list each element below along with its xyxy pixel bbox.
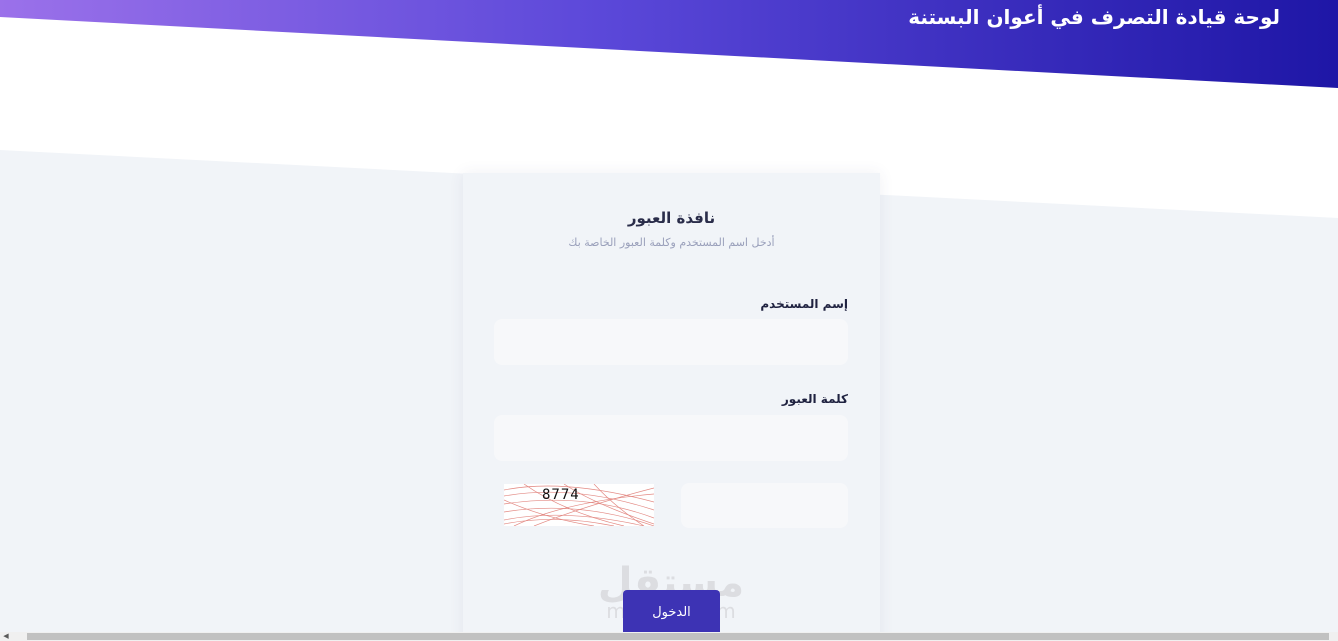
username-input[interactable] [494,319,848,365]
login-subtitle: أدخل اسم المستخدم وكلمة العبور الخاصة بك [568,236,775,249]
login-card: نافذة العبور أدخل اسم المستخدم وكلمة الع… [463,173,880,641]
login-button[interactable]: الدخول [623,590,720,636]
login-title: نافذة العبور [627,209,716,227]
header-title: لوحة قيادة التصرف في أعوان البستنة [908,5,1280,29]
username-label: إسم المستخدم [760,297,848,311]
password-label: كلمة العبور [781,392,848,406]
login-page: لوحة قيادة التصرف في أعوان البستنة نافذة… [0,0,1338,641]
horizontal-scrollbar[interactable]: ◀ [0,632,1338,641]
password-input[interactable] [494,415,848,461]
captcha-code: 8774 [542,487,580,503]
captcha-input[interactable] [681,483,848,528]
scroll-left-arrow-icon[interactable]: ◀ [0,632,12,641]
captcha-image: 8774 [504,484,654,526]
scrollbar-thumb[interactable] [27,633,1329,640]
